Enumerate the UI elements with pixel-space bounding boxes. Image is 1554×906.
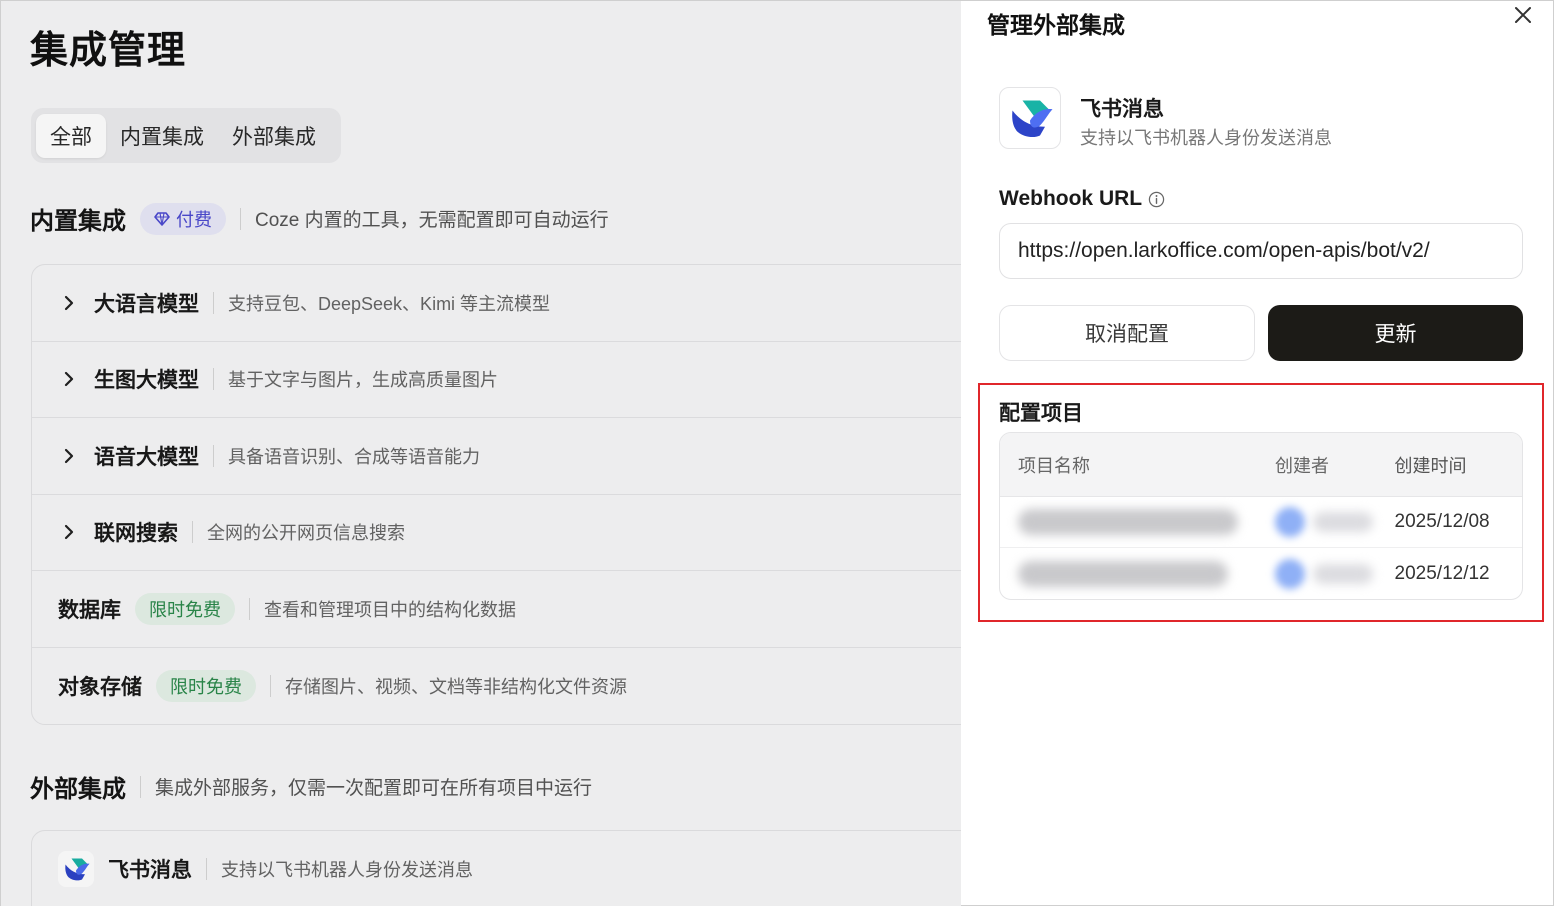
- config-projects-title: 配置项目: [999, 402, 1083, 425]
- table-row[interactable]: 2025/12/08: [1000, 497, 1522, 548]
- creator-cell: [1257, 507, 1387, 537]
- chevron-right-icon[interactable]: [58, 295, 80, 311]
- project-name-cell: [1000, 560, 1257, 587]
- avatar: [1275, 507, 1305, 537]
- info-icon[interactable]: [1148, 191, 1165, 208]
- divider: [249, 597, 250, 620]
- divider: [140, 775, 141, 798]
- list-item-desc: 具备语音识别、合成等语音能力: [228, 446, 480, 467]
- webhook-label: Webhook URL: [999, 187, 1165, 211]
- column-header-created-time: 创建时间: [1394, 455, 1467, 476]
- builtin-section-title: 内置集成: [30, 208, 126, 235]
- divider: [213, 291, 214, 314]
- created-time-cell: 2025/12/08: [1394, 511, 1490, 532]
- update-button[interactable]: 更新: [1268, 305, 1523, 361]
- integration-management-page: 集成管理 全部 内置集成 外部集成 内置集成 付费 Coze 内置的工具，无需配…: [0, 0, 961, 906]
- list-item-object-storage[interactable]: 对象存储 限时免费 存储图片、视频、文档等非结构化文件资源: [32, 648, 961, 725]
- external-section-header: 外部集成 集成外部服务，仅需一次配置即可在所有项目中运行: [30, 769, 592, 804]
- builtin-section-desc: Coze 内置的工具，无需配置即可自动运行: [255, 210, 609, 231]
- list-item-desc: 支持豆包、DeepSeek、Kimi 等主流模型: [228, 293, 551, 314]
- redacted-text: [1018, 560, 1228, 587]
- list-item-llm[interactable]: 大语言模型 支持豆包、DeepSeek、Kimi 等主流模型: [32, 265, 961, 342]
- webhook-label-text: Webhook URL: [999, 187, 1143, 210]
- divider: [213, 368, 214, 391]
- integration-desc: 支持以飞书机器人身份发送消息: [1080, 128, 1332, 148]
- divider: [213, 444, 214, 467]
- redacted-text: [1018, 509, 1238, 535]
- list-item-feishu[interactable]: 飞书消息 支持以飞书机器人身份发送消息: [32, 831, 961, 906]
- builtin-list: 大语言模型 支持豆包、DeepSeek、Kimi 等主流模型 生图大模型 基于文…: [31, 264, 961, 725]
- divider: [240, 207, 241, 230]
- manage-external-integration-drawer: 管理外部集成 飞书消息 支持以飞书机器人身份发送消息 Webhook URL h…: [961, 0, 1554, 906]
- column-header-creator: 创建者: [1275, 455, 1329, 476]
- cancel-config-button[interactable]: 取消配置: [999, 305, 1255, 361]
- chevron-right-icon[interactable]: [58, 524, 80, 540]
- feishu-logo-icon: [58, 851, 94, 888]
- list-item-desc: 查看和管理项目中的结构化数据: [264, 599, 516, 620]
- list-item-desc: 全网的公开网页信息搜索: [207, 523, 405, 544]
- avatar: [1275, 558, 1305, 589]
- list-item-title: 对象存储: [58, 675, 142, 699]
- close-icon[interactable]: [1509, 1, 1537, 29]
- list-item-web-search[interactable]: 联网搜索 全网的公开网页信息搜索: [32, 495, 961, 571]
- creator-cell: [1257, 558, 1387, 589]
- external-section-desc: 集成外部服务，仅需一次配置即可在所有项目中运行: [155, 778, 593, 799]
- table-header: 项目名称 创建者 创建时间: [1000, 433, 1522, 497]
- list-item-voice-model[interactable]: 语音大模型 具备语音识别、合成等语音能力: [32, 418, 961, 495]
- column-header-project-name: 项目名称: [1018, 455, 1090, 476]
- webhook-url-input[interactable]: https://open.larkoffice.com/open-apis/bo…: [999, 223, 1523, 279]
- created-time-cell: 2025/12/12: [1394, 562, 1490, 584]
- divider: [192, 521, 193, 544]
- list-item-title: 生图大模型: [94, 369, 199, 393]
- list-item-title: 联网搜索: [94, 522, 178, 546]
- page-title: 集成管理: [30, 30, 187, 72]
- paid-badge-label: 付费: [176, 209, 212, 230]
- divider: [270, 674, 271, 697]
- divider: [206, 858, 207, 881]
- table-row[interactable]: 2025/12/12: [1000, 548, 1522, 599]
- redacted-text: [1313, 563, 1373, 584]
- paid-badge: 付费: [140, 202, 226, 235]
- builtin-section-header: 内置集成 付费 Coze 内置的工具，无需配置即可自动运行: [30, 201, 609, 236]
- list-item-title: 飞书消息: [108, 859, 192, 883]
- config-projects-table: 项目名称 创建者 创建时间 2025/12/08 2025/12/12: [999, 432, 1523, 600]
- redacted-text: [1313, 512, 1373, 532]
- tab-builtin[interactable]: 内置集成: [106, 114, 218, 158]
- list-item-desc: 基于文字与图片，生成高质量图片: [228, 370, 498, 391]
- free-badge: 限时免费: [135, 592, 235, 625]
- list-item-database[interactable]: 数据库 限时免费 查看和管理项目中的结构化数据: [32, 571, 961, 648]
- list-item-title: 大语言模型: [94, 292, 199, 316]
- feishu-logo-icon: [999, 87, 1061, 149]
- integration-name: 飞书消息: [1080, 98, 1164, 121]
- tab-all[interactable]: 全部: [36, 113, 106, 158]
- external-list: 飞书消息 支持以飞书机器人身份发送消息: [31, 830, 961, 906]
- tab-external[interactable]: 外部集成: [218, 114, 330, 158]
- diamond-icon: [154, 211, 170, 226]
- list-item-desc: 存储图片、视频、文档等非结构化文件资源: [285, 676, 627, 697]
- drawer-title: 管理外部集成: [987, 12, 1125, 38]
- chevron-right-icon[interactable]: [58, 448, 80, 464]
- list-item-title: 数据库: [58, 598, 121, 622]
- list-item-image-model[interactable]: 生图大模型 基于文字与图片，生成高质量图片: [32, 342, 961, 418]
- external-section-title: 外部集成: [30, 776, 126, 803]
- redacted-creator: [1275, 507, 1387, 537]
- list-item-desc: 支持以飞书机器人身份发送消息: [221, 860, 473, 881]
- free-badge: 限时免费: [156, 669, 256, 702]
- redacted-creator: [1275, 558, 1387, 589]
- filter-tabs: 全部 内置集成 外部集成: [31, 108, 341, 163]
- project-name-cell: [1000, 509, 1257, 535]
- list-item-title: 语音大模型: [94, 445, 199, 469]
- chevron-right-icon[interactable]: [58, 371, 80, 387]
